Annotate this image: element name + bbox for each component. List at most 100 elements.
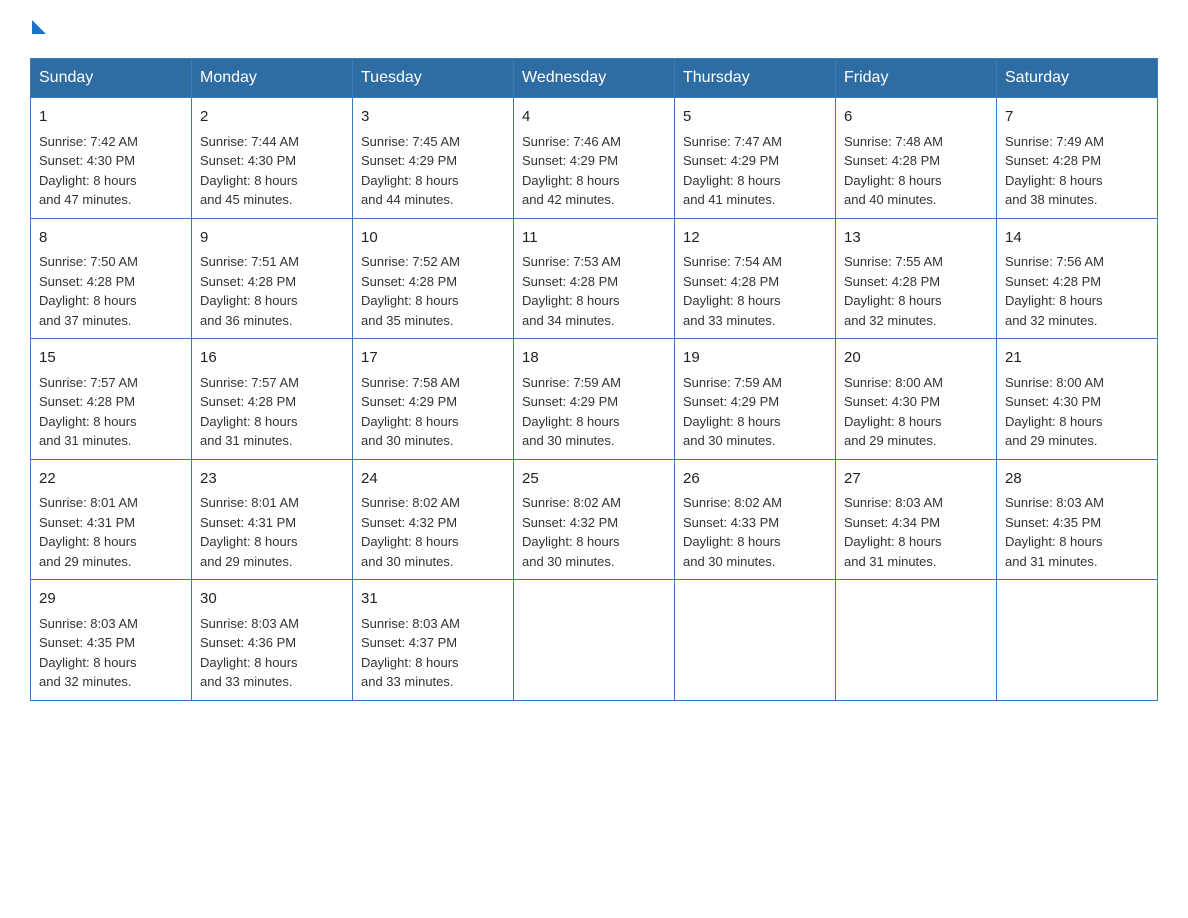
day-number: 11 bbox=[522, 227, 666, 250]
sunset-label: Sunset: 4:28 PM bbox=[1005, 274, 1101, 289]
sunset-label: Sunset: 4:29 PM bbox=[683, 153, 779, 168]
daylight-label: Daylight: 8 hoursand 32 minutes. bbox=[844, 293, 942, 328]
daylight-label: Daylight: 8 hoursand 42 minutes. bbox=[522, 173, 620, 208]
sunset-label: Sunset: 4:28 PM bbox=[200, 274, 296, 289]
sunrise-label: Sunrise: 7:56 AM bbox=[1005, 254, 1104, 269]
day-number: 29 bbox=[39, 588, 183, 611]
sunrise-label: Sunrise: 8:01 AM bbox=[39, 495, 138, 510]
day-number: 14 bbox=[1005, 227, 1149, 250]
daylight-label: Daylight: 8 hoursand 30 minutes. bbox=[522, 534, 620, 569]
calendar-cell: 16 Sunrise: 7:57 AM Sunset: 4:28 PM Dayl… bbox=[192, 339, 353, 460]
calendar-week-3: 15 Sunrise: 7:57 AM Sunset: 4:28 PM Dayl… bbox=[31, 339, 1158, 460]
day-number: 23 bbox=[200, 468, 344, 491]
daylight-label: Daylight: 8 hoursand 30 minutes. bbox=[522, 414, 620, 449]
daylight-label: Daylight: 8 hoursand 33 minutes. bbox=[200, 655, 298, 690]
calendar-header-row: SundayMondayTuesdayWednesdayThursdayFrid… bbox=[31, 59, 1158, 98]
sunrise-label: Sunrise: 7:59 AM bbox=[522, 375, 621, 390]
calendar-cell: 3 Sunrise: 7:45 AM Sunset: 4:29 PM Dayli… bbox=[353, 98, 514, 219]
sunset-label: Sunset: 4:28 PM bbox=[844, 153, 940, 168]
header-monday: Monday bbox=[192, 59, 353, 98]
sunset-label: Sunset: 4:34 PM bbox=[844, 515, 940, 530]
day-number: 10 bbox=[361, 227, 505, 250]
calendar-cell: 1 Sunrise: 7:42 AM Sunset: 4:30 PM Dayli… bbox=[31, 98, 192, 219]
sunrise-label: Sunrise: 8:03 AM bbox=[39, 616, 138, 631]
sunset-label: Sunset: 4:36 PM bbox=[200, 635, 296, 650]
daylight-label: Daylight: 8 hoursand 30 minutes. bbox=[361, 534, 459, 569]
sunrise-label: Sunrise: 8:03 AM bbox=[200, 616, 299, 631]
day-number: 16 bbox=[200, 347, 344, 370]
page-header bbox=[30, 20, 1158, 38]
daylight-label: Daylight: 8 hoursand 40 minutes. bbox=[844, 173, 942, 208]
sunset-label: Sunset: 4:28 PM bbox=[39, 274, 135, 289]
calendar-cell: 7 Sunrise: 7:49 AM Sunset: 4:28 PM Dayli… bbox=[997, 98, 1158, 219]
sunrise-label: Sunrise: 8:00 AM bbox=[1005, 375, 1104, 390]
sunset-label: Sunset: 4:28 PM bbox=[39, 394, 135, 409]
day-number: 8 bbox=[39, 227, 183, 250]
sunrise-label: Sunrise: 7:52 AM bbox=[361, 254, 460, 269]
calendar-cell: 21 Sunrise: 8:00 AM Sunset: 4:30 PM Dayl… bbox=[997, 339, 1158, 460]
sunset-label: Sunset: 4:28 PM bbox=[683, 274, 779, 289]
daylight-label: Daylight: 8 hoursand 31 minutes. bbox=[844, 534, 942, 569]
sunset-label: Sunset: 4:29 PM bbox=[522, 394, 618, 409]
day-number: 18 bbox=[522, 347, 666, 370]
calendar-week-4: 22 Sunrise: 8:01 AM Sunset: 4:31 PM Dayl… bbox=[31, 459, 1158, 580]
day-number: 9 bbox=[200, 227, 344, 250]
sunset-label: Sunset: 4:29 PM bbox=[522, 153, 618, 168]
calendar-table: SundayMondayTuesdayWednesdayThursdayFrid… bbox=[30, 58, 1158, 701]
calendar-cell: 8 Sunrise: 7:50 AM Sunset: 4:28 PM Dayli… bbox=[31, 218, 192, 339]
daylight-label: Daylight: 8 hoursand 29 minutes. bbox=[1005, 414, 1103, 449]
daylight-label: Daylight: 8 hoursand 34 minutes. bbox=[522, 293, 620, 328]
day-number: 15 bbox=[39, 347, 183, 370]
calendar-cell: 14 Sunrise: 7:56 AM Sunset: 4:28 PM Dayl… bbox=[997, 218, 1158, 339]
sunrise-label: Sunrise: 7:58 AM bbox=[361, 375, 460, 390]
daylight-label: Daylight: 8 hoursand 47 minutes. bbox=[39, 173, 137, 208]
calendar-cell: 23 Sunrise: 8:01 AM Sunset: 4:31 PM Dayl… bbox=[192, 459, 353, 580]
daylight-label: Daylight: 8 hoursand 36 minutes. bbox=[200, 293, 298, 328]
day-number: 12 bbox=[683, 227, 827, 250]
calendar-cell: 19 Sunrise: 7:59 AM Sunset: 4:29 PM Dayl… bbox=[675, 339, 836, 460]
daylight-label: Daylight: 8 hoursand 33 minutes. bbox=[683, 293, 781, 328]
day-number: 30 bbox=[200, 588, 344, 611]
daylight-label: Daylight: 8 hoursand 31 minutes. bbox=[39, 414, 137, 449]
sunset-label: Sunset: 4:28 PM bbox=[200, 394, 296, 409]
sunrise-label: Sunrise: 8:03 AM bbox=[844, 495, 943, 510]
calendar-cell: 10 Sunrise: 7:52 AM Sunset: 4:28 PM Dayl… bbox=[353, 218, 514, 339]
sunrise-label: Sunrise: 8:03 AM bbox=[1005, 495, 1104, 510]
daylight-label: Daylight: 8 hoursand 29 minutes. bbox=[844, 414, 942, 449]
sunrise-label: Sunrise: 7:57 AM bbox=[200, 375, 299, 390]
calendar-cell: 30 Sunrise: 8:03 AM Sunset: 4:36 PM Dayl… bbox=[192, 580, 353, 701]
header-sunday: Sunday bbox=[31, 59, 192, 98]
calendar-cell: 9 Sunrise: 7:51 AM Sunset: 4:28 PM Dayli… bbox=[192, 218, 353, 339]
sunset-label: Sunset: 4:35 PM bbox=[1005, 515, 1101, 530]
sunrise-label: Sunrise: 7:45 AM bbox=[361, 134, 460, 149]
daylight-label: Daylight: 8 hoursand 32 minutes. bbox=[1005, 293, 1103, 328]
calendar-week-5: 29 Sunrise: 8:03 AM Sunset: 4:35 PM Dayl… bbox=[31, 580, 1158, 701]
daylight-label: Daylight: 8 hoursand 35 minutes. bbox=[361, 293, 459, 328]
sunset-label: Sunset: 4:29 PM bbox=[683, 394, 779, 409]
sunrise-label: Sunrise: 7:57 AM bbox=[39, 375, 138, 390]
calendar-cell: 31 Sunrise: 8:03 AM Sunset: 4:37 PM Dayl… bbox=[353, 580, 514, 701]
sunrise-label: Sunrise: 7:47 AM bbox=[683, 134, 782, 149]
sunset-label: Sunset: 4:28 PM bbox=[522, 274, 618, 289]
day-number: 31 bbox=[361, 588, 505, 611]
sunrise-label: Sunrise: 8:02 AM bbox=[683, 495, 782, 510]
calendar-cell: 22 Sunrise: 8:01 AM Sunset: 4:31 PM Dayl… bbox=[31, 459, 192, 580]
calendar-cell: 5 Sunrise: 7:47 AM Sunset: 4:29 PM Dayli… bbox=[675, 98, 836, 219]
sunset-label: Sunset: 4:31 PM bbox=[39, 515, 135, 530]
calendar-cell: 6 Sunrise: 7:48 AM Sunset: 4:28 PM Dayli… bbox=[836, 98, 997, 219]
calendar-cell bbox=[836, 580, 997, 701]
day-number: 4 bbox=[522, 106, 666, 129]
calendar-cell: 25 Sunrise: 8:02 AM Sunset: 4:32 PM Dayl… bbox=[514, 459, 675, 580]
day-number: 22 bbox=[39, 468, 183, 491]
sunrise-label: Sunrise: 7:54 AM bbox=[683, 254, 782, 269]
calendar-cell: 12 Sunrise: 7:54 AM Sunset: 4:28 PM Dayl… bbox=[675, 218, 836, 339]
sunrise-label: Sunrise: 7:49 AM bbox=[1005, 134, 1104, 149]
calendar-cell: 26 Sunrise: 8:02 AM Sunset: 4:33 PM Dayl… bbox=[675, 459, 836, 580]
daylight-label: Daylight: 8 hoursand 31 minutes. bbox=[1005, 534, 1103, 569]
sunrise-label: Sunrise: 7:59 AM bbox=[683, 375, 782, 390]
sunset-label: Sunset: 4:28 PM bbox=[361, 274, 457, 289]
sunrise-label: Sunrise: 8:02 AM bbox=[522, 495, 621, 510]
calendar-cell: 29 Sunrise: 8:03 AM Sunset: 4:35 PM Dayl… bbox=[31, 580, 192, 701]
calendar-cell: 27 Sunrise: 8:03 AM Sunset: 4:34 PM Dayl… bbox=[836, 459, 997, 580]
sunrise-label: Sunrise: 7:51 AM bbox=[200, 254, 299, 269]
